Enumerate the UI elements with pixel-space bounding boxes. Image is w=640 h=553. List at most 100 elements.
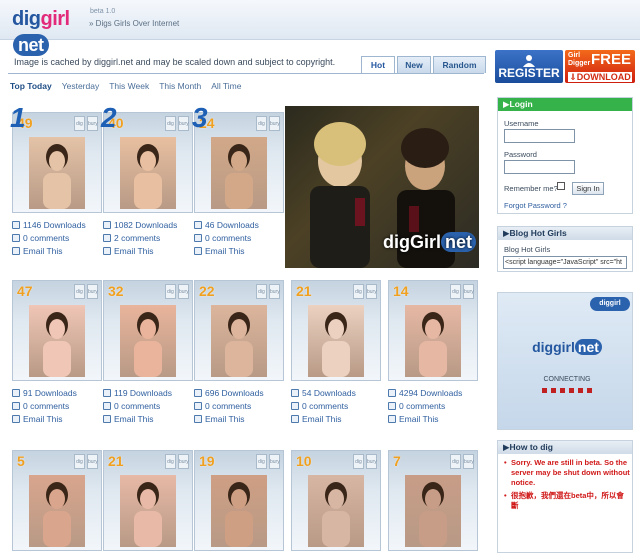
tab-hot[interactable]: Hot <box>361 56 395 73</box>
dig-count: 21 <box>108 453 124 469</box>
downloads-link[interactable]: 46 Downloads <box>205 220 259 230</box>
dig-button[interactable]: dig <box>450 284 461 299</box>
comment-icon <box>194 402 202 410</box>
card-photo[interactable] <box>308 475 364 547</box>
comments-link[interactable]: 0 comments <box>205 401 251 411</box>
comments-link[interactable]: 0 comments <box>114 401 160 411</box>
dig-button[interactable]: dig <box>256 284 267 299</box>
dig-button[interactable]: dig <box>165 284 176 299</box>
photo-figure <box>225 144 253 209</box>
register-button[interactable]: REGISTER <box>495 50 563 83</box>
comments-row: 0 comments <box>194 400 284 413</box>
dig-button[interactable]: dig <box>165 116 176 131</box>
card-photo[interactable] <box>405 475 461 547</box>
downloads-link[interactable]: 1146 Downloads <box>23 220 86 230</box>
photo-figure <box>43 482 71 547</box>
dig-button[interactable]: dig <box>450 454 461 469</box>
period-top-today[interactable]: Top Today <box>10 81 52 91</box>
bury-button[interactable]: bury <box>87 454 98 469</box>
email-icon <box>12 415 20 423</box>
card-meta: 46 Downloads 0 comments Email This <box>194 219 284 258</box>
password-label: Password <box>504 150 537 159</box>
card-photo[interactable] <box>308 305 364 377</box>
dig-button[interactable]: dig <box>74 454 85 469</box>
email-link[interactable]: Email This <box>23 246 63 256</box>
period-all-time[interactable]: All Time <box>211 81 241 91</box>
email-link[interactable]: Email This <box>205 246 245 256</box>
comments-row: 0 comments <box>194 232 284 245</box>
dig-button[interactable]: dig <box>165 454 176 469</box>
card-photo[interactable] <box>211 137 267 209</box>
downloads-link[interactable]: 91 Downloads <box>23 388 77 398</box>
card-photo[interactable] <box>405 305 461 377</box>
email-link[interactable]: Email This <box>114 246 154 256</box>
dig-button[interactable]: dig <box>74 116 85 131</box>
signin-button[interactable]: Sign In <box>572 182 604 195</box>
photo-figure <box>322 312 350 377</box>
dig-button[interactable]: dig <box>353 454 364 469</box>
email-link[interactable]: Email This <box>205 414 245 424</box>
downloads-link[interactable]: 4294 Downloads <box>399 388 462 398</box>
downloads-link[interactable]: 54 Downloads <box>302 388 356 398</box>
bury-button[interactable]: bury <box>269 454 280 469</box>
card-photo[interactable] <box>29 137 85 209</box>
card-photo[interactable] <box>211 305 267 377</box>
vote-buttons: dig bury <box>353 454 377 469</box>
dig-button[interactable]: dig <box>74 284 85 299</box>
blog-code-field[interactable]: <script language="JavaScript" src="ht <box>503 256 627 269</box>
free-download-button[interactable]: Girl Digger FREE ⇓DOWNLOAD <box>565 50 635 83</box>
downloads-row: 696 Downloads <box>194 387 284 400</box>
featured-banner[interactable]: digGirl net <box>285 106 479 268</box>
email-link[interactable]: Email This <box>114 414 154 424</box>
girl-card: 24 dig bury 3 46 Downloads 0 comments Email… <box>192 103 284 258</box>
period-this-month[interactable]: This Month <box>159 81 201 91</box>
card-photo[interactable] <box>120 137 176 209</box>
copyright-notice: Image is cached by diggirl.net and may b… <box>14 57 336 67</box>
card-photo[interactable] <box>120 305 176 377</box>
bury-button[interactable]: bury <box>178 454 189 469</box>
bury-button[interactable]: bury <box>366 284 377 299</box>
card-photo[interactable] <box>29 475 85 547</box>
card-photo[interactable] <box>120 475 176 547</box>
comments-link[interactable]: 0 comments <box>205 233 251 243</box>
dig-button[interactable]: dig <box>256 116 267 131</box>
downloads-link[interactable]: 696 Downloads <box>205 388 264 398</box>
dig-button[interactable]: dig <box>353 284 364 299</box>
bury-button[interactable]: bury <box>87 116 98 131</box>
bury-button[interactable]: bury <box>463 284 474 299</box>
card-thumb-box: 24 dig bury 3 <box>192 103 284 213</box>
card-photo[interactable] <box>29 305 85 377</box>
bury-button[interactable]: bury <box>463 454 474 469</box>
tab-random[interactable]: Random <box>433 56 486 73</box>
comments-link[interactable]: 2 comments <box>114 233 160 243</box>
email-link[interactable]: Email This <box>23 414 63 424</box>
downloads-link[interactable]: 119 Downloads <box>114 388 172 398</box>
comments-link[interactable]: 0 comments <box>23 233 69 243</box>
bury-button[interactable]: bury <box>87 284 98 299</box>
comments-link[interactable]: 0 comments <box>302 401 348 411</box>
tab-new[interactable]: New <box>397 56 431 73</box>
downloads-link[interactable]: 1082 Downloads <box>114 220 177 230</box>
girl-card: 5 dig bury <box>12 450 102 551</box>
password-input[interactable] <box>504 160 575 174</box>
comments-link[interactable]: 0 comments <box>399 401 445 411</box>
site-logo[interactable]: diggirl net <box>12 6 86 56</box>
remember-checkbox[interactable] <box>557 182 565 190</box>
dig-button[interactable]: dig <box>256 454 267 469</box>
logo-girl: girl <box>40 8 71 30</box>
bury-button[interactable]: bury <box>366 454 377 469</box>
email-link[interactable]: Email This <box>302 414 342 424</box>
bury-button[interactable]: bury <box>178 284 189 299</box>
girl-card: 14 dig bury 4294 Downloads 0 comments Emai… <box>388 280 478 426</box>
dig-count: 32 <box>108 283 124 299</box>
forgot-password-link[interactable]: Forgot Password ? <box>504 201 567 210</box>
bury-button[interactable]: bury <box>269 284 280 299</box>
comments-link[interactable]: 0 comments <box>23 401 69 411</box>
email-link[interactable]: Email This <box>399 414 439 424</box>
bury-button[interactable]: bury <box>269 116 280 131</box>
period-yesterday[interactable]: Yesterday <box>62 81 100 91</box>
username-input[interactable] <box>504 129 575 143</box>
period-this-week[interactable]: This Week <box>109 81 149 91</box>
card-photo[interactable] <box>211 475 267 547</box>
bury-button[interactable]: bury <box>178 116 189 131</box>
